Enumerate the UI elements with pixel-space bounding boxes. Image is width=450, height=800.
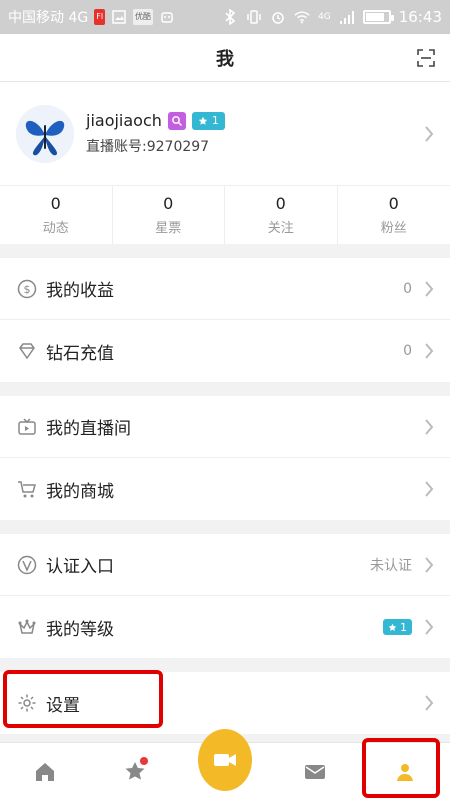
recharge-value: 0 bbox=[403, 343, 412, 359]
earnings-value: 0 bbox=[403, 280, 412, 297]
menu-label: 钻石充值 bbox=[46, 343, 114, 364]
profile-card[interactable]: jiaojiaoch 1 直播账号:9270297 bbox=[0, 82, 450, 186]
menu-label: 我的商城 bbox=[46, 481, 114, 502]
crown-icon bbox=[16, 616, 38, 638]
menu-section-settings: 设置 bbox=[0, 672, 450, 734]
diamond-icon bbox=[16, 340, 38, 362]
verification-status: 未认证 bbox=[370, 557, 412, 574]
svg-text:$: $ bbox=[24, 283, 31, 296]
stat-value: 0 bbox=[275, 194, 286, 213]
chevron-right-icon bbox=[425, 481, 434, 497]
stat-label: 星票 bbox=[155, 221, 182, 236]
battery-icon bbox=[362, 10, 394, 24]
level-value: 1 bbox=[211, 114, 219, 127]
scan-icon bbox=[417, 49, 435, 67]
menu-label: 设置 bbox=[46, 695, 80, 716]
bluetooth-icon bbox=[222, 9, 238, 25]
alarm-icon bbox=[270, 9, 286, 25]
star-icon bbox=[198, 116, 208, 125]
menu-label: 我的收益 bbox=[46, 281, 114, 301]
chevron-right-icon bbox=[425, 556, 434, 573]
bottom-navigation bbox=[0, 728, 450, 800]
stat-label: 关注 bbox=[267, 221, 294, 236]
menu-section-account: 认证入口 未认证 我的等级 1 bbox=[0, 534, 450, 658]
signal-icon bbox=[339, 9, 355, 25]
camera-icon bbox=[214, 753, 236, 766]
youku-app-icon: 优酷 bbox=[133, 9, 154, 25]
level-badge: 1 bbox=[191, 111, 225, 130]
stat-following[interactable]: 0 关注 bbox=[225, 186, 338, 244]
chevron-right-icon bbox=[425, 280, 434, 297]
avatar[interactable] bbox=[16, 104, 74, 163]
menu-settings[interactable]: 设置 bbox=[0, 672, 450, 734]
scan-button[interactable] bbox=[414, 46, 438, 70]
live-tab[interactable] bbox=[198, 728, 252, 799]
news-app-icon: Fl bbox=[94, 9, 106, 25]
mail-icon bbox=[305, 764, 325, 779]
menu-label: 认证入口 bbox=[46, 557, 114, 577]
dollar-icon: $ bbox=[16, 278, 38, 300]
gear-icon bbox=[16, 692, 38, 714]
message-tab[interactable] bbox=[288, 745, 342, 799]
page-title: 我 bbox=[216, 48, 234, 70]
level-value: 1 bbox=[400, 620, 407, 634]
stat-label: 动态 bbox=[42, 221, 69, 236]
menu-my-live-room[interactable]: 我的直播间 bbox=[0, 396, 450, 458]
chevron-right-icon bbox=[425, 619, 434, 635]
home-tab[interactable] bbox=[18, 745, 72, 799]
clock: 16:43 bbox=[398, 8, 442, 26]
wifi-icon bbox=[294, 9, 310, 25]
menu-verification[interactable]: 认证入口 未认证 bbox=[0, 534, 450, 596]
live-account-id: 直播账号:9270297 bbox=[86, 139, 210, 155]
stat-fans[interactable]: 0 粉丝 bbox=[338, 186, 450, 244]
butterfly-avatar bbox=[16, 104, 74, 163]
chevron-right-icon bbox=[425, 125, 434, 142]
start-live-button[interactable] bbox=[198, 728, 252, 791]
carrier-label: 中国移动 4G bbox=[8, 10, 89, 26]
chevron-right-icon bbox=[425, 343, 434, 359]
me-tab[interactable] bbox=[378, 745, 432, 799]
menu-diamond-recharge[interactable]: 钻石充值 0 bbox=[0, 320, 450, 382]
stat-value: 0 bbox=[50, 194, 61, 213]
search-badge-icon bbox=[167, 111, 186, 130]
page-header: 我 bbox=[0, 34, 450, 82]
star-tab[interactable] bbox=[108, 745, 162, 799]
home-icon bbox=[36, 762, 54, 781]
menu-my-mall[interactable]: 我的商城 bbox=[0, 458, 450, 520]
chevron-right-icon bbox=[425, 695, 434, 711]
status-bar: 中国移动 4G Fl 优酷 4G 16:43 bbox=[0, 0, 450, 34]
tv-icon bbox=[16, 416, 38, 438]
menu-label: 我的直播间 bbox=[46, 419, 131, 439]
stats-bar: 0 动态 0 星票 0 关注 0 粉丝 bbox=[0, 186, 450, 244]
menu-my-level[interactable]: 我的等级 1 bbox=[0, 596, 450, 658]
person-icon bbox=[397, 763, 413, 781]
chevron-right-icon bbox=[425, 418, 434, 435]
notification-dot bbox=[140, 756, 148, 765]
stat-star-tickets[interactable]: 0 星票 bbox=[113, 186, 225, 244]
stat-value: 0 bbox=[163, 194, 174, 213]
menu-earnings[interactable]: $ 我的收益 0 bbox=[0, 258, 450, 320]
menu-label: 我的等级 bbox=[46, 619, 114, 640]
stat-label: 粉丝 bbox=[380, 221, 407, 236]
stat-posts[interactable]: 0 动态 bbox=[0, 186, 113, 244]
cart-icon bbox=[16, 478, 38, 500]
image-icon bbox=[111, 9, 127, 25]
username: jiaojiaoch bbox=[86, 111, 162, 130]
level-badge: 1 bbox=[383, 619, 412, 635]
menu-section-live: 我的直播间 我的商城 bbox=[0, 396, 450, 520]
menu-section-wallet: $ 我的收益 0 钻石充值 0 bbox=[0, 258, 450, 382]
android-icon bbox=[159, 9, 175, 25]
stat-value: 0 bbox=[388, 194, 399, 213]
star-icon bbox=[388, 623, 397, 631]
verify-icon bbox=[16, 554, 38, 576]
vibrate-icon bbox=[246, 9, 262, 25]
network-type: 4G bbox=[318, 12, 331, 22]
